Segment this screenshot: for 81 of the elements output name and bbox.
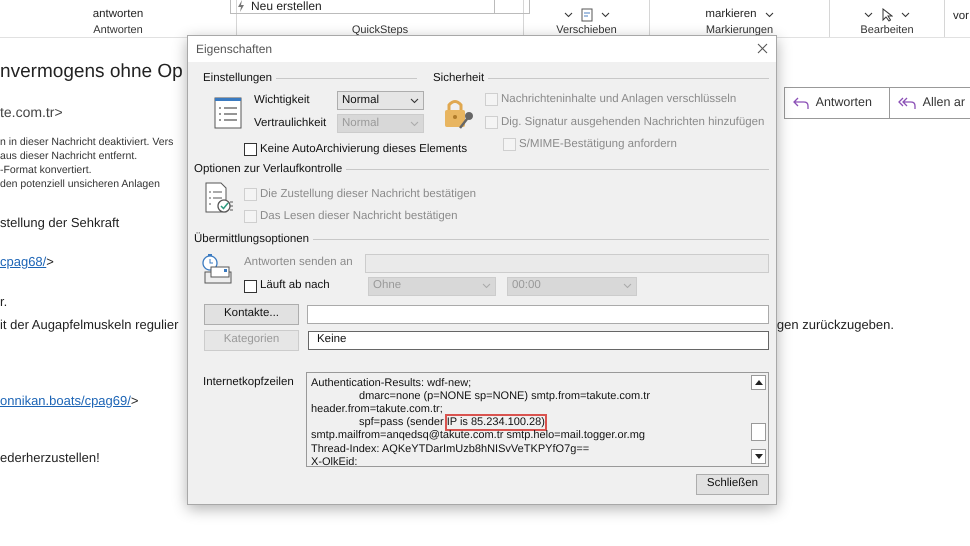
close-icon [757, 43, 768, 54]
scroll-up-button[interactable] [751, 374, 766, 390]
checkbox-label: Die Zustellung dieser Nachricht bestätigen [260, 186, 476, 202]
field-label: Antworten senden an [244, 255, 354, 270]
chevron-down-icon [623, 283, 632, 289]
header-line: Thread-Index: AQKeYTDarImUzb8hNISvVeTKPYfO7g== [311, 442, 590, 456]
chevron-down-icon [410, 98, 419, 104]
window-title: Eigenschaften [196, 41, 272, 58]
section-heading: Optionen zur Verlaufkontrolle [194, 162, 342, 176]
field-label: Internetkopfzeilen [203, 374, 295, 390]
reply-icon [792, 96, 809, 110]
notice-line: aus dieser Nachricht entfernt. [0, 148, 138, 162]
header-line: dmarc=none (p=NONE sp=NONE) smtp.from=takute.com.tr [359, 390, 650, 403]
section-heading: Einstellungen [203, 71, 272, 86]
chevron-down-icon [564, 12, 572, 18]
reply-button[interactable]: Allen ar [890, 86, 970, 118]
header-line: smtp.mailfrom=anqedsq@takute.com.tr smtp.helo=mail.togger.or.mg [311, 429, 645, 443]
body-text: it der Augapfelmuskeln regulier [0, 316, 178, 334]
list-icon [214, 97, 242, 130]
down-arrow-icon [754, 454, 762, 458]
contacts-field[interactable] [307, 304, 769, 324]
field-label: Wichtigkeit [254, 93, 311, 108]
checkbox-label: Keine AutoArchivierung dieses Elements [260, 142, 468, 158]
notice-line: n in dieser Nachricht deaktiviert. Vers [0, 134, 174, 148]
checkbox-label: Dig. Signatur ausgehenden Nachrichten hinzufügen [501, 114, 764, 130]
group-label: Bearbeiten [860, 24, 914, 37]
header-line: spf=pass (sender [359, 416, 444, 430]
date-dropdown: Ohne [368, 276, 496, 296]
link[interactable]: cpag68/ [0, 252, 46, 272]
chevron-down-icon [864, 12, 873, 18]
chevron-down-icon [600, 12, 610, 18]
group-label: Verschieben [556, 24, 617, 37]
sender-address: te.com.tr> [0, 102, 63, 122]
header-line: header.from=takute.com.tr; [311, 402, 443, 416]
checkbox-label: Nachrichteninhalte und Anlagen verschlüsseln [501, 92, 736, 108]
close-dialog-button[interactable]: Schließen [696, 474, 769, 494]
scroll-down-button[interactable] [751, 448, 766, 464]
ribbon-button[interactable]: antworten [92, 6, 144, 24]
header-line: X-OlkEid: [311, 456, 358, 466]
checkbox-label: Läuft ab nach [260, 278, 330, 294]
contacts-button[interactable]: Kontakte... [204, 304, 299, 324]
chevron-down-icon [410, 120, 419, 127]
highlight-box: IP is 85.234.100.28) [446, 416, 545, 430]
body-text: r. [0, 292, 8, 310]
header-line: Authentication-Results: wdf-new; [311, 376, 472, 390]
field-label: Vertraulichkeit [254, 116, 328, 132]
chevron-down-icon [482, 283, 491, 289]
group-label: Antworten [93, 24, 143, 37]
lightning-icon [237, 0, 245, 12]
ribbon-button[interactable]: markieren [705, 6, 757, 24]
link[interactable]: onnikan.boats/cpag69/ [0, 390, 131, 410]
reply-all-icon [898, 96, 916, 110]
headers-textbox[interactable] [306, 372, 769, 466]
section-heading: Sicherheit [433, 71, 484, 86]
scrollbar-thumb[interactable] [751, 422, 766, 440]
body-text: ederherzustellen! [0, 449, 100, 467]
chevron-down-icon [764, 12, 774, 18]
up-arrow-icon [754, 380, 762, 384]
sensitivity-dropdown: Normal [337, 114, 424, 134]
ribbon-button[interactable]: vor [953, 10, 969, 22]
chevron-down-icon [901, 12, 910, 18]
body-text: > [46, 253, 54, 271]
reply-button[interactable]: Antworten [784, 86, 890, 118]
quicksteps-item[interactable]: Neu erstellen [230, 0, 495, 14]
group-label: QuickSteps [352, 24, 408, 37]
body-text: > [130, 392, 138, 408]
notice-line: den potenziell unsicheren Anlagen [0, 176, 160, 190]
checkbox[interactable] [244, 143, 257, 156]
group-label: Markierungen [706, 24, 774, 37]
cursor-icon [881, 8, 893, 22]
checklist-icon [204, 182, 234, 214]
gallery-box [494, 0, 530, 14]
notice-line: -Format konvertiert. [0, 162, 92, 176]
importance-dropdown[interactable]: Normal [337, 91, 424, 110]
email-subject: nvermogens ohne Op [0, 60, 183, 84]
body-text: stellung der Sehkraft [0, 214, 120, 232]
checkbox-label: S/MIME-Bestätigung anfordern [519, 136, 677, 152]
checkbox-label: Das Lesen dieser Nachricht bestätigen [260, 209, 458, 224]
categories-button: Kategorien [204, 330, 299, 350]
section-heading: Übermittlungsoptionen [194, 231, 310, 248]
body-text: gen zurückzugeben. [776, 316, 894, 334]
